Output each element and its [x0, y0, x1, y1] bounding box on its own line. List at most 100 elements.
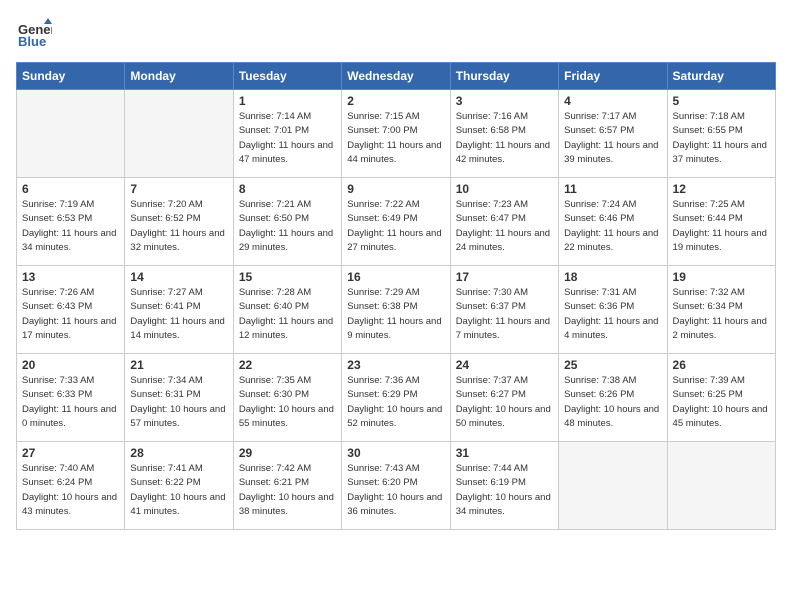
day-info: Sunrise: 7:34 AM Sunset: 6:31 PM Dayligh…: [130, 374, 227, 431]
day-info: Sunrise: 7:32 AM Sunset: 6:34 PM Dayligh…: [673, 286, 770, 343]
day-info: Sunrise: 7:39 AM Sunset: 6:25 PM Dayligh…: [673, 374, 770, 431]
calendar-cell: 6 Sunrise: 7:19 AM Sunset: 6:53 PM Daylig…: [17, 178, 125, 266]
weekday-header-saturday: Saturday: [667, 63, 775, 90]
calendar-week-4: 20 Sunrise: 7:33 AM Sunset: 6:33 PM Dayli…: [17, 354, 776, 442]
calendar-cell: 9 Sunrise: 7:22 AM Sunset: 6:49 PM Daylig…: [342, 178, 450, 266]
day-info: Sunrise: 7:38 AM Sunset: 6:26 PM Dayligh…: [564, 374, 661, 431]
calendar-cell: 18 Sunrise: 7:31 AM Sunset: 6:36 PM Dayli…: [559, 266, 667, 354]
day-number: 13: [22, 270, 119, 284]
page-header: General Blue: [16, 16, 776, 52]
day-info: Sunrise: 7:19 AM Sunset: 6:53 PM Dayligh…: [22, 198, 119, 255]
calendar-cell: 3 Sunrise: 7:16 AM Sunset: 6:58 PM Daylig…: [450, 90, 558, 178]
day-info: Sunrise: 7:25 AM Sunset: 6:44 PM Dayligh…: [673, 198, 770, 255]
day-number: 14: [130, 270, 227, 284]
calendar-cell: 29 Sunrise: 7:42 AM Sunset: 6:21 PM Dayli…: [233, 442, 341, 530]
day-number: 4: [564, 94, 661, 108]
calendar-table: SundayMondayTuesdayWednesdayThursdayFrid…: [16, 62, 776, 530]
day-info: Sunrise: 7:21 AM Sunset: 6:50 PM Dayligh…: [239, 198, 336, 255]
day-info: Sunrise: 7:33 AM Sunset: 6:33 PM Dayligh…: [22, 374, 119, 431]
calendar-cell: [17, 90, 125, 178]
calendar-week-3: 13Sunrise: 7:26 AM Sunset: 6:43 PM Dayli…: [17, 266, 776, 354]
calendar-cell: 15 Sunrise: 7:28 AM Sunset: 6:40 PM Dayli…: [233, 266, 341, 354]
day-number: 10: [456, 182, 553, 196]
day-number: 5: [673, 94, 770, 108]
weekday-header-thursday: Thursday: [450, 63, 558, 90]
day-number: 8: [239, 182, 336, 196]
day-info: Sunrise: 7:31 AM Sunset: 6:36 PM Dayligh…: [564, 286, 661, 343]
calendar-cell: 5 Sunrise: 7:18 AM Sunset: 6:55 PM Daylig…: [667, 90, 775, 178]
calendar-body: 1Sunrise: 7:14 AM Sunset: 7:01 PM Daylig…: [17, 90, 776, 530]
day-info: Sunrise: 7:41 AM Sunset: 6:22 PM Dayligh…: [130, 462, 227, 519]
day-number: 12: [673, 182, 770, 196]
day-info: Sunrise: 7:18 AM Sunset: 6:55 PM Dayligh…: [673, 110, 770, 167]
calendar-cell: 28 Sunrise: 7:41 AM Sunset: 6:22 PM Dayli…: [125, 442, 233, 530]
day-number: 24: [456, 358, 553, 372]
calendar-cell: [125, 90, 233, 178]
day-number: 21: [130, 358, 227, 372]
calendar-cell: 25 Sunrise: 7:38 AM Sunset: 6:26 PM Dayli…: [559, 354, 667, 442]
logo: General Blue: [16, 16, 56, 52]
day-info: Sunrise: 7:20 AM Sunset: 6:52 PM Dayligh…: [130, 198, 227, 255]
calendar-cell: [667, 442, 775, 530]
day-info: Sunrise: 7:22 AM Sunset: 6:49 PM Dayligh…: [347, 198, 444, 255]
calendar-cell: 27 Sunrise: 7:40 AM Sunset: 6:24 PM Dayli…: [17, 442, 125, 530]
day-number: 28: [130, 446, 227, 460]
day-info: Sunrise: 7:30 AM Sunset: 6:37 PM Dayligh…: [456, 286, 553, 343]
day-number: 18: [564, 270, 661, 284]
calendar-cell: 2Sunrise: 7:15 AM Sunset: 7:00 PM Daylig…: [342, 90, 450, 178]
day-info: Sunrise: 7:28 AM Sunset: 6:40 PM Dayligh…: [239, 286, 336, 343]
day-info: Sunrise: 7:16 AM Sunset: 6:58 PM Dayligh…: [456, 110, 553, 167]
calendar-cell: 10 Sunrise: 7:23 AM Sunset: 6:47 PM Dayli…: [450, 178, 558, 266]
day-info: Sunrise: 7:27 AM Sunset: 6:41 PM Dayligh…: [130, 286, 227, 343]
day-number: 23: [347, 358, 444, 372]
calendar-cell: 20 Sunrise: 7:33 AM Sunset: 6:33 PM Dayli…: [17, 354, 125, 442]
day-number: 1: [239, 94, 336, 108]
calendar-cell: 26Sunrise: 7:39 AM Sunset: 6:25 PM Dayli…: [667, 354, 775, 442]
day-info: Sunrise: 7:40 AM Sunset: 6:24 PM Dayligh…: [22, 462, 119, 519]
calendar-cell: 12 Sunrise: 7:25 AM Sunset: 6:44 PM Dayli…: [667, 178, 775, 266]
day-info: Sunrise: 7:42 AM Sunset: 6:21 PM Dayligh…: [239, 462, 336, 519]
day-number: 31: [456, 446, 553, 460]
day-number: 29: [239, 446, 336, 460]
day-info: Sunrise: 7:35 AM Sunset: 6:30 PM Dayligh…: [239, 374, 336, 431]
day-number: 27: [22, 446, 119, 460]
weekday-header-wednesday: Wednesday: [342, 63, 450, 90]
calendar-cell: 4Sunrise: 7:17 AM Sunset: 6:57 PM Daylig…: [559, 90, 667, 178]
calendar-cell: 16 Sunrise: 7:29 AM Sunset: 6:38 PM Dayli…: [342, 266, 450, 354]
day-info: Sunrise: 7:23 AM Sunset: 6:47 PM Dayligh…: [456, 198, 553, 255]
calendar-cell: 17 Sunrise: 7:30 AM Sunset: 6:37 PM Dayli…: [450, 266, 558, 354]
day-number: 15: [239, 270, 336, 284]
logo-icon: General Blue: [16, 16, 52, 52]
weekday-header-sunday: Sunday: [17, 63, 125, 90]
weekday-header-monday: Monday: [125, 63, 233, 90]
day-number: 16: [347, 270, 444, 284]
calendar-cell: 31Sunrise: 7:44 AM Sunset: 6:19 PM Dayli…: [450, 442, 558, 530]
day-number: 20: [22, 358, 119, 372]
calendar-cell: 19Sunrise: 7:32 AM Sunset: 6:34 PM Dayli…: [667, 266, 775, 354]
calendar-cell: 13Sunrise: 7:26 AM Sunset: 6:43 PM Dayli…: [17, 266, 125, 354]
calendar-header: SundayMondayTuesdayWednesdayThursdayFrid…: [17, 63, 776, 90]
day-number: 30: [347, 446, 444, 460]
calendar-cell: 21 Sunrise: 7:34 AM Sunset: 6:31 PM Dayli…: [125, 354, 233, 442]
calendar-week-2: 6 Sunrise: 7:19 AM Sunset: 6:53 PM Daylig…: [17, 178, 776, 266]
calendar-cell: 8 Sunrise: 7:21 AM Sunset: 6:50 PM Daylig…: [233, 178, 341, 266]
svg-text:Blue: Blue: [18, 34, 46, 49]
day-number: 9: [347, 182, 444, 196]
day-number: 11: [564, 182, 661, 196]
day-info: Sunrise: 7:36 AM Sunset: 6:29 PM Dayligh…: [347, 374, 444, 431]
day-number: 22: [239, 358, 336, 372]
calendar-cell: 22 Sunrise: 7:35 AM Sunset: 6:30 PM Dayli…: [233, 354, 341, 442]
day-info: Sunrise: 7:43 AM Sunset: 6:20 PM Dayligh…: [347, 462, 444, 519]
day-info: Sunrise: 7:37 AM Sunset: 6:27 PM Dayligh…: [456, 374, 553, 431]
day-number: 3: [456, 94, 553, 108]
calendar-cell: 30 Sunrise: 7:43 AM Sunset: 6:20 PM Dayli…: [342, 442, 450, 530]
day-info: Sunrise: 7:29 AM Sunset: 6:38 PM Dayligh…: [347, 286, 444, 343]
calendar-week-5: 27 Sunrise: 7:40 AM Sunset: 6:24 PM Dayli…: [17, 442, 776, 530]
day-number: 17: [456, 270, 553, 284]
calendar-cell: 1Sunrise: 7:14 AM Sunset: 7:01 PM Daylig…: [233, 90, 341, 178]
day-number: 6: [22, 182, 119, 196]
weekday-header-tuesday: Tuesday: [233, 63, 341, 90]
weekday-header-friday: Friday: [559, 63, 667, 90]
calendar-cell: 24 Sunrise: 7:37 AM Sunset: 6:27 PM Dayli…: [450, 354, 558, 442]
day-number: 25: [564, 358, 661, 372]
